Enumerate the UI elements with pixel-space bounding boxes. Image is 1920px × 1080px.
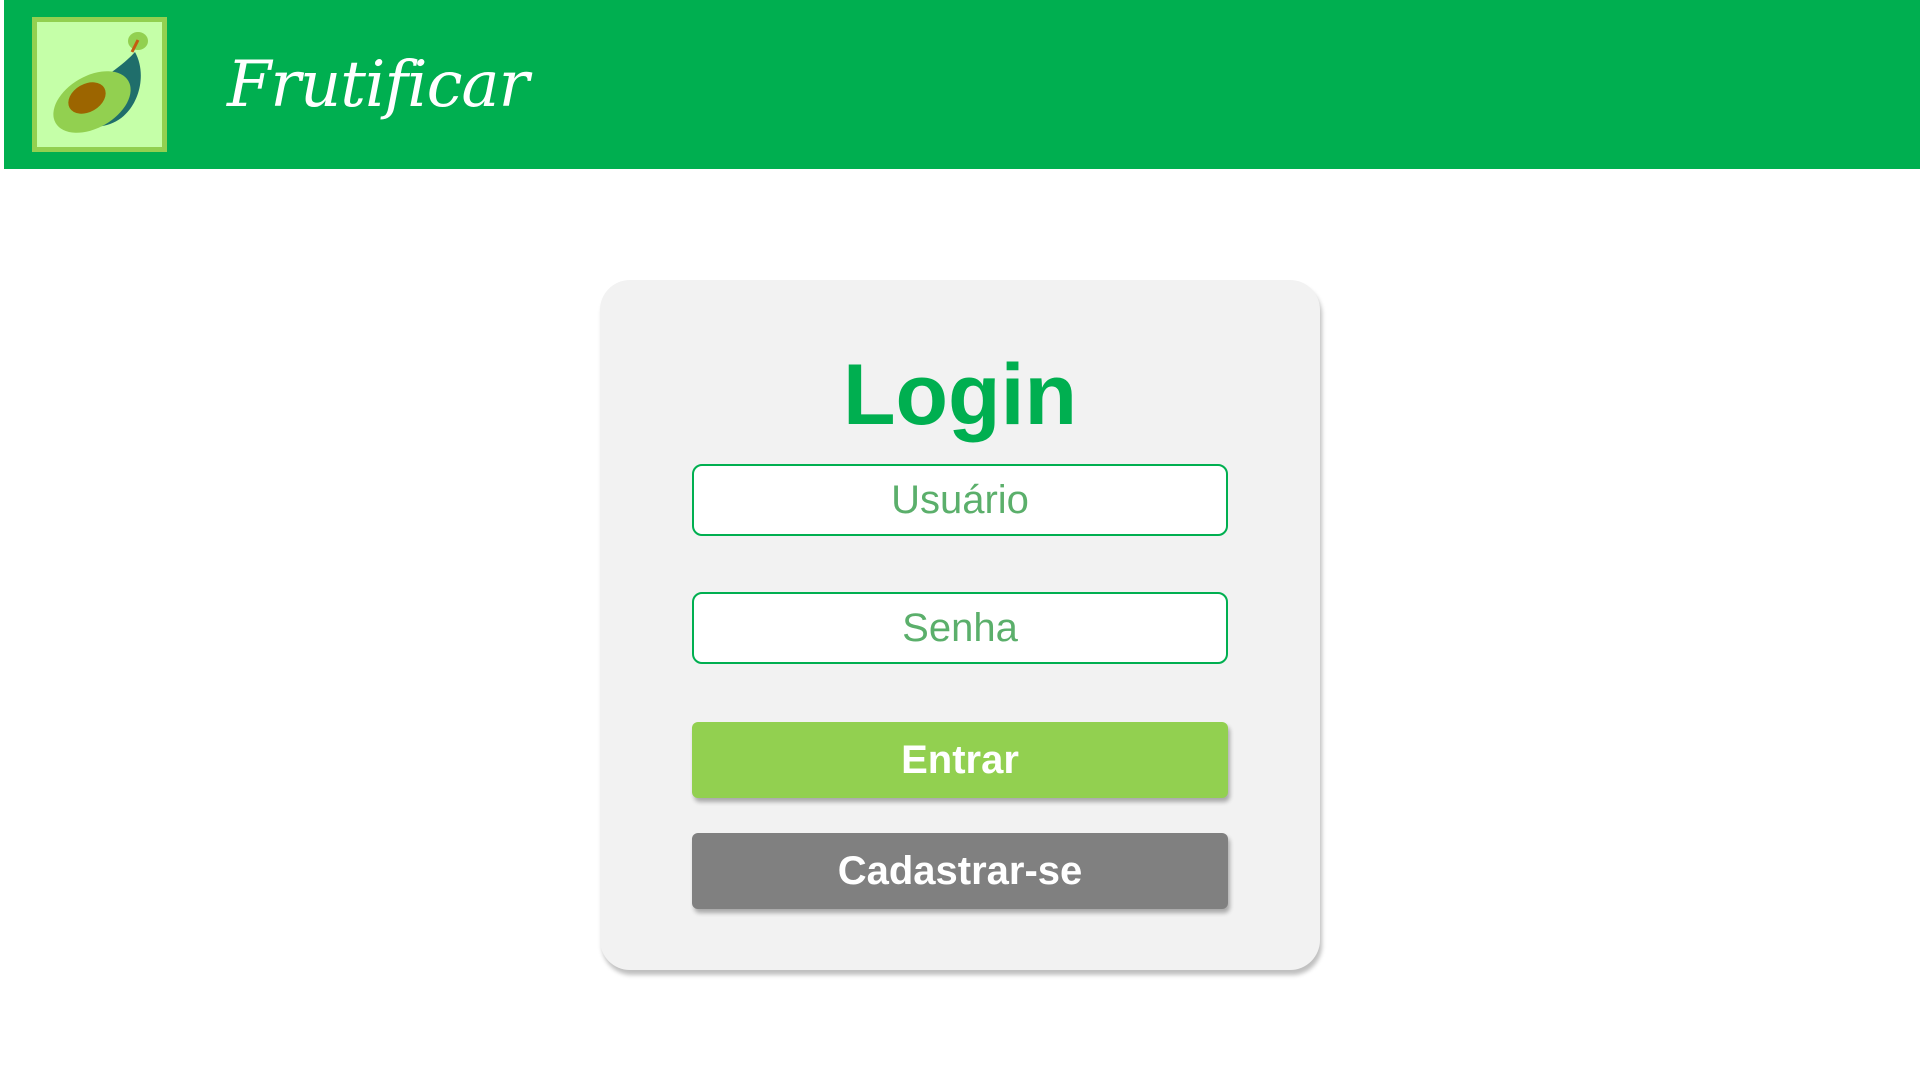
- login-title: Login: [842, 347, 1078, 443]
- top-bar: Frutificar: [4, 0, 1920, 169]
- avocado-icon: [53, 32, 148, 133]
- logo[interactable]: [32, 17, 167, 152]
- app-root: Frutificar Login Entrar Cadastrar-se: [0, 0, 1920, 1080]
- login-button[interactable]: Entrar: [692, 722, 1228, 798]
- username-input[interactable]: [692, 464, 1228, 536]
- brand-name[interactable]: Frutificar: [227, 40, 529, 130]
- password-input[interactable]: [692, 592, 1228, 664]
- register-button[interactable]: Cadastrar-se: [692, 833, 1228, 909]
- login-card: Login Entrar Cadastrar-se: [600, 280, 1320, 970]
